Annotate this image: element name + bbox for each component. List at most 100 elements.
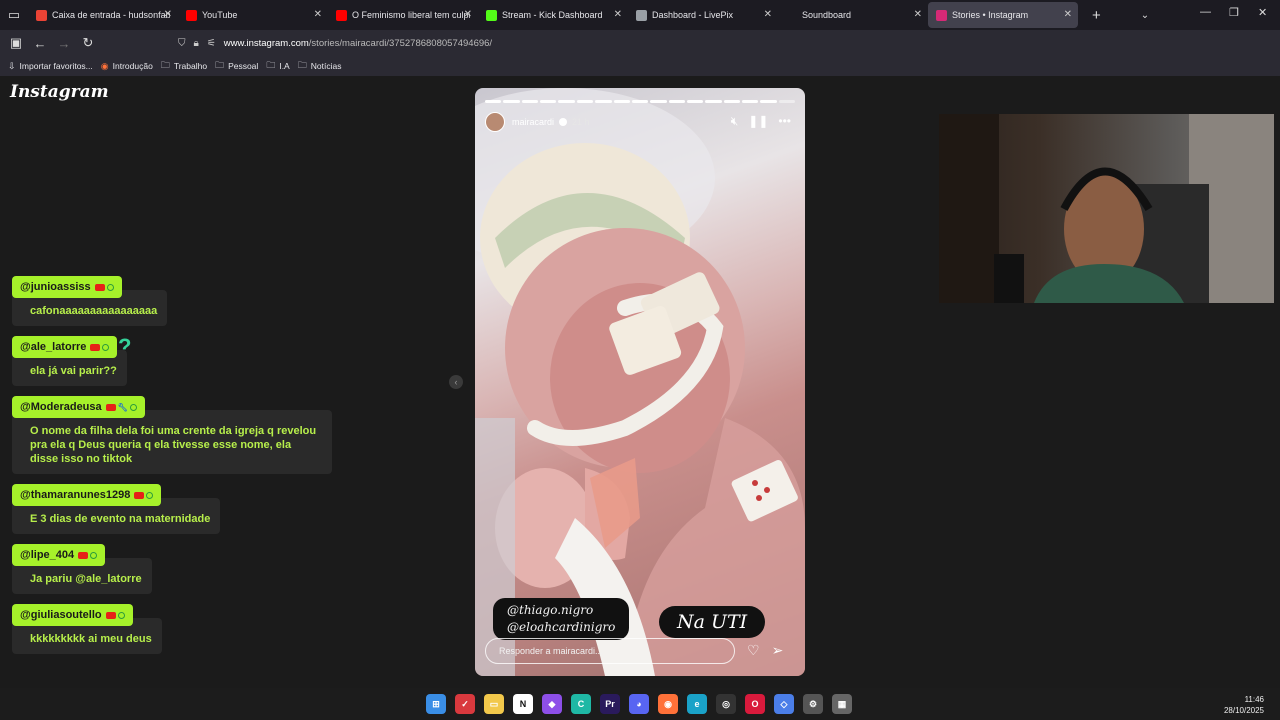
chat-username-text: @Moderadeusa: [20, 401, 102, 413]
windows-start-icon[interactable]: ⊞: [426, 694, 446, 714]
story-progress-segment: [540, 100, 557, 103]
youtube-badge-icon: [105, 403, 116, 411]
opera-icon[interactable]: O: [745, 694, 765, 714]
discord-icon[interactable]: ◕: [629, 694, 649, 714]
chat-username: @thamaranunes1298: [12, 484, 162, 506]
chat-username-text: @giuliasoutello: [20, 609, 102, 621]
clock-date: 28/10/2025: [1223, 706, 1264, 715]
tab-list-icon[interactable]: ▭: [0, 0, 28, 30]
story-progress-segment: [576, 100, 594, 103]
clock-time: 11:46: [1244, 695, 1264, 704]
windows-taskbar: ⊞ ✓ ▭ N ◆ C Pr ◕ ◉ e ◎ O ◇ ⚙ ▦ 11:46 28/10/2025: [0, 688, 1280, 720]
url-path: /stories/mairacardi/3752786808057494696/: [308, 37, 493, 49]
story-progress-segment: [723, 100, 741, 103]
reply-input[interactable]: Responder a mairacardi...: [485, 638, 735, 664]
story-timestamp: 21 h: [572, 117, 590, 127]
mention-1[interactable]: @thiago.nigro: [507, 602, 615, 619]
close-tab-icon[interactable]: ✕: [914, 9, 922, 20]
verified-badge-icon: [559, 118, 568, 126]
tab-3[interactable]: Stream - Kick Dashboard ✕: [478, 2, 628, 28]
member-badge-icon: [129, 403, 137, 411]
instagram-logo[interactable]: Instagram: [10, 82, 109, 102]
bookmark-label: Notícias: [310, 61, 342, 71]
bookmark-item[interactable]: 🗀︎ Trabalho: [161, 58, 207, 74]
avatar[interactable]: [485, 112, 505, 132]
livepix-icon: [636, 9, 647, 21]
folder-icon: 🗀︎: [160, 60, 170, 70]
like-heart-icon[interactable]: ♡: [747, 642, 760, 659]
affinity-icon[interactable]: ◆: [542, 694, 562, 714]
mention-sticker[interactable]: @thiago.nigro @eloahcardinigro: [493, 598, 630, 640]
tab-1[interactable]: YouTube ✕: [178, 2, 328, 28]
tab-overflow-chevron-icon[interactable]: ⌄: [1141, 10, 1149, 21]
story-progress-segment: [595, 100, 612, 103]
file-explorer-icon[interactable]: ▭: [484, 694, 504, 714]
notion-icon[interactable]: N: [513, 694, 533, 714]
story-progress-segment: [705, 100, 722, 103]
close-tab-icon[interactable]: ✕: [164, 9, 172, 20]
previous-story-button[interactable]: ‹: [449, 375, 463, 389]
close-tab-icon[interactable]: ✕: [614, 9, 622, 20]
tracking-shield-icon[interactable]: ⛉: [178, 38, 186, 49]
permissions-icon[interactable]: ⚟: [207, 38, 216, 49]
bookmark-item[interactable]: 🗀︎ Notícias: [298, 58, 342, 74]
chat-username: @giuliasoutello: [12, 604, 133, 626]
premiere-icon[interactable]: Pr: [600, 694, 620, 714]
close-tab-icon[interactable]: ✕: [464, 9, 472, 20]
maximize-icon[interactable]: ❐: [1229, 6, 1239, 19]
system-clock[interactable]: 11:46 28/10/2025: [1224, 694, 1264, 716]
more-options-icon[interactable]: •••: [778, 114, 791, 129]
close-tab-icon[interactable]: ✕: [1064, 9, 1072, 20]
bookmark-item[interactable]: ◉ Introdução: [101, 61, 153, 72]
chat-message: @giuliasoutello kkkkkkkkk ai meu deus: [12, 604, 342, 654]
obs-icon[interactable]: ◎: [716, 694, 736, 714]
youtube-badge-icon: [134, 491, 145, 499]
story-progress-segment: [778, 100, 796, 103]
tab-4[interactable]: Dashboard - LivePix ✕: [628, 2, 778, 28]
story-progress-segment: [686, 100, 704, 103]
chat-username: @ale_latorre: [12, 336, 118, 358]
firefox-icon[interactable]: ◉: [658, 694, 678, 714]
close-window-icon[interactable]: ✕: [1258, 6, 1267, 19]
calendar-icon[interactable]: ▦: [832, 694, 852, 714]
reload-button[interactable]: ↻: [76, 35, 100, 51]
story-viewer[interactable]: mairacardi 21 h 🔇︎ ❚❚ ••• @thiago.nigro …: [475, 88, 805, 676]
story-username[interactable]: mairacardi: [512, 117, 554, 127]
new-tab-button[interactable]: +: [1092, 7, 1101, 24]
tab-title: Caixa de entrada - hudsonfabio: [52, 10, 170, 20]
tab-5[interactable]: Soundboard ✕: [778, 2, 928, 28]
folder-icon: 🗀︎: [297, 60, 307, 70]
tab-6[interactable]: Stories • Instagram ✕: [928, 2, 1078, 28]
member-badge-icon: [146, 491, 154, 499]
edge-icon[interactable]: e: [687, 694, 707, 714]
forward-button[interactable]: →: [52, 36, 76, 51]
chat-username-text: @thamaranunes1298: [20, 489, 131, 501]
chat-message: @Moderadeusa 🔧︎ O nome da filha dela foi u…: [12, 396, 342, 474]
story-progress-segment: [485, 100, 502, 103]
vscode-icon[interactable]: ◇: [774, 694, 794, 714]
minimize-icon[interactable]: —: [1200, 6, 1211, 18]
close-tab-icon[interactable]: ✕: [314, 9, 322, 20]
chat-message: @thamaranunes1298 E 3 dias de evento na m…: [12, 484, 342, 534]
todo-icon[interactable]: ✓: [455, 694, 475, 714]
send-direct-icon[interactable]: ➢: [772, 642, 784, 659]
chat-message: @lipe_404 Ja pariu @ale_latorre: [12, 544, 342, 594]
copilot-icon[interactable]: C: [571, 694, 591, 714]
pause-icon[interactable]: ❚❚: [748, 114, 768, 129]
url-bar[interactable]: ⛉ 🔒︎ ⚟ www.instagram.com/stories/mairaca…: [178, 33, 938, 53]
close-tab-icon[interactable]: ✕: [764, 9, 772, 20]
back-button[interactable]: ←: [28, 36, 52, 51]
sidebar-toggle-icon[interactable]: ▣: [4, 35, 28, 51]
caption-sticker: Na UTI: [659, 606, 766, 638]
bookmark-item[interactable]: ⇩ Importar favoritos...: [8, 61, 93, 72]
tab-0[interactable]: Caixa de entrada - hudsonfabio ✕: [28, 2, 178, 28]
mute-icon[interactable]: 🔇︎: [731, 114, 739, 129]
bookmark-item[interactable]: 🗀︎ I.A: [266, 58, 289, 74]
story-photo: [475, 88, 805, 676]
bookmark-item[interactable]: 🗀︎ Pessoal: [215, 58, 258, 74]
mention-2[interactable]: @eloahcardinigro: [507, 619, 615, 636]
settings-icon[interactable]: ⚙: [803, 694, 823, 714]
lock-icon[interactable]: 🔒︎: [194, 38, 199, 49]
tab-title: Stories • Instagram: [952, 10, 1029, 20]
tab-2[interactable]: O Feminismo liberal tem culpa ✕: [328, 2, 478, 28]
